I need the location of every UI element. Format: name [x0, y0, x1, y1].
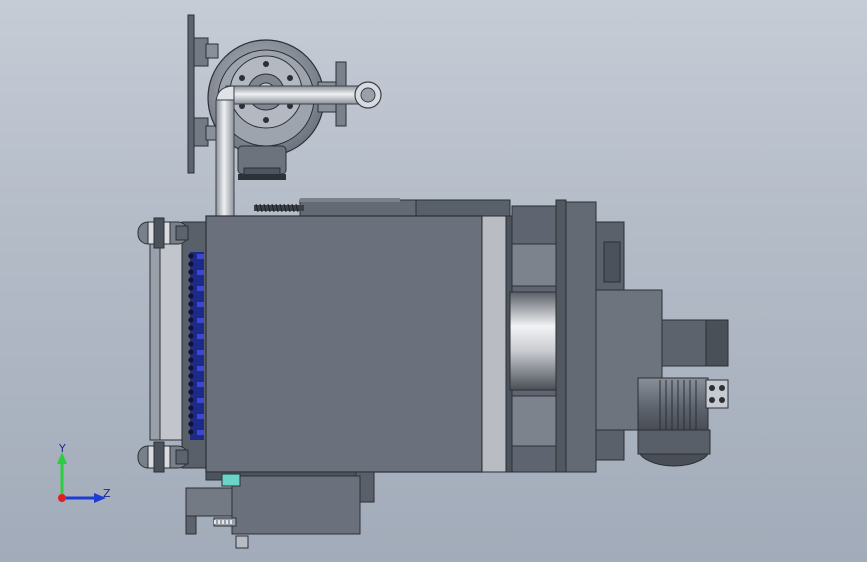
top-rail [254, 198, 511, 217]
x-axis-origin [58, 494, 66, 502]
bottom-roller [137, 441, 189, 473]
drive-motor [637, 377, 729, 467]
top-roller [137, 217, 189, 249]
machine-assembly-model[interactable] [0, 0, 867, 562]
y-axis-label: Y [59, 442, 66, 455]
bottom-outlet [185, 471, 375, 549]
filter-chain [188, 252, 204, 440]
z-axis-label: Z [103, 487, 111, 500]
main-tank [205, 215, 513, 473]
cad-viewport[interactable]: Y Z [0, 0, 867, 562]
